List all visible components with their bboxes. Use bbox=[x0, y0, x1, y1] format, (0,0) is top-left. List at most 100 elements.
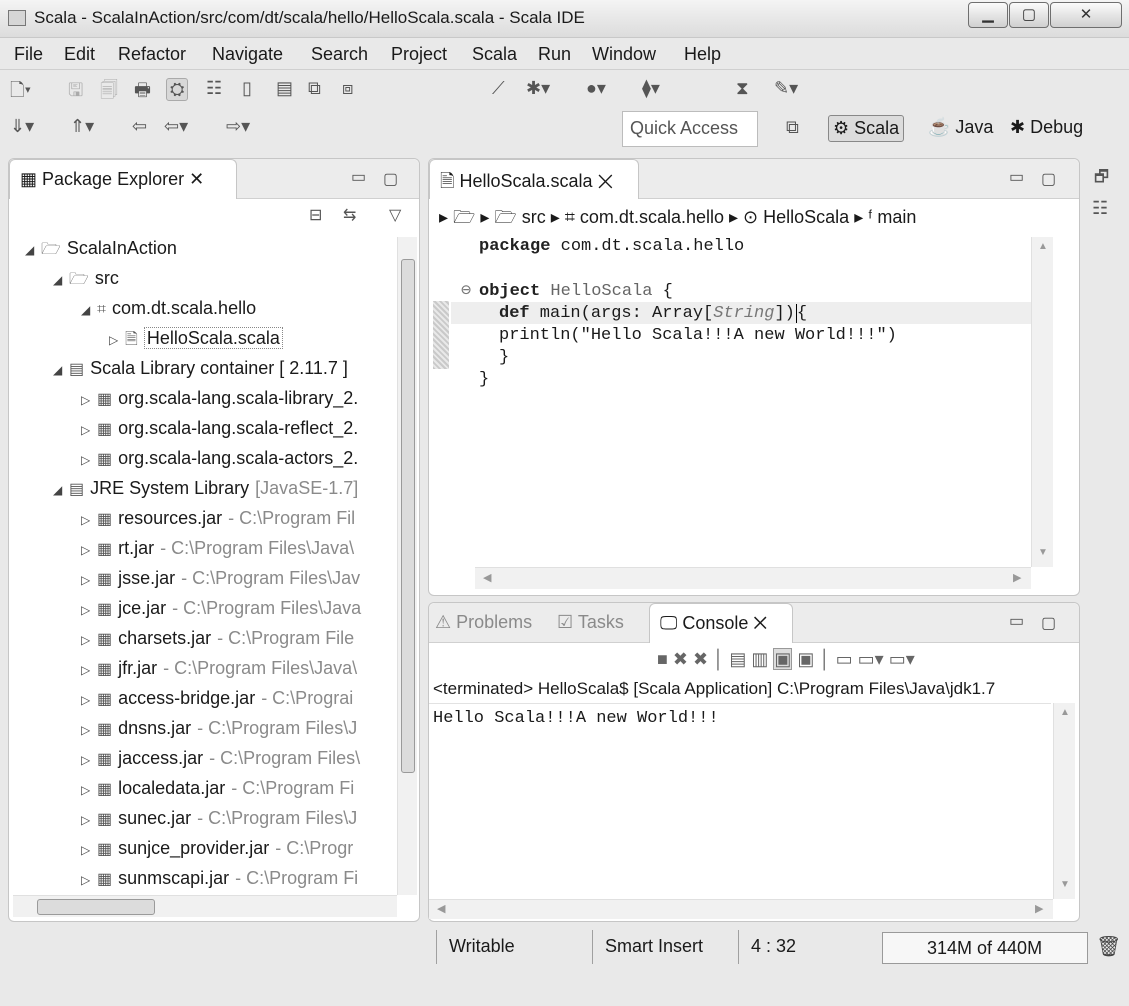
scroll-up-icon[interactable]: ▲ bbox=[1060, 707, 1070, 718]
collapsed-arrow-icon[interactable]: ▷ bbox=[81, 595, 97, 625]
external-tools-icon[interactable]: ⧫▾ bbox=[642, 78, 660, 99]
collapse-all-icon[interactable]: ⊟ bbox=[309, 205, 322, 225]
tree-item[interactable]: ▷ ▦ jaccess.jar - C:\Program Files\ bbox=[81, 743, 360, 773]
previous-annotation-icon[interactable]: ⇑▾ bbox=[70, 116, 94, 137]
open-type-icon[interactable]: ⧉ bbox=[308, 78, 321, 99]
tree-item[interactable]: ▷ ▦ sunjce_provider.jar - C:\Progr bbox=[81, 833, 353, 863]
collapsed-arrow-icon[interactable]: ▷ bbox=[81, 745, 97, 775]
quick-access-input[interactable]: Quick Access bbox=[622, 111, 758, 147]
tree-item[interactable]: ▷ ▦ org.scala-lang.scala-reflect_2. bbox=[81, 413, 358, 443]
expanded-arrow-icon[interactable]: ◢ bbox=[53, 265, 69, 295]
scroll-down-icon[interactable]: ▼ bbox=[1038, 547, 1048, 558]
block-selection-icon[interactable]: ☷ bbox=[206, 78, 222, 99]
menu-search[interactable]: Search bbox=[311, 44, 368, 65]
collapsed-arrow-icon[interactable]: ▷ bbox=[81, 655, 97, 685]
collapsed-arrow-icon[interactable]: ▷ bbox=[81, 835, 97, 865]
perspective-debug[interactable]: ✱ Debug bbox=[1006, 115, 1087, 140]
new-icon[interactable]: 🗋▾ bbox=[10, 78, 31, 108]
tab-problems[interactable]: ⚠ Problems bbox=[435, 612, 532, 633]
last-edit-icon[interactable]: ⇦ bbox=[132, 116, 147, 137]
minimize-view-icon[interactable]: ▭ bbox=[351, 167, 366, 187]
tree-item[interactable]: ◢ 🗁 ScalaInAction bbox=[25, 233, 177, 263]
open-perspective-icon[interactable]: ⧉ bbox=[786, 117, 799, 138]
editor-horizontal-scrollbar[interactable]: ◀ ▶ bbox=[475, 567, 1031, 589]
tree-item[interactable]: ▷ ▦ localedata.jar - C:\Program Fi bbox=[81, 773, 354, 803]
tree-item[interactable]: ▷ ▦ rt.jar - C:\Program Files\Java\ bbox=[81, 533, 354, 563]
maximize-console-icon[interactable]: ▢ bbox=[1041, 613, 1056, 633]
tree-item[interactable]: ▷ ▦ charsets.jar - C:\Program File bbox=[81, 623, 354, 653]
collapsed-arrow-icon[interactable]: ▷ bbox=[81, 775, 97, 805]
tree-vertical-scrollbar[interactable] bbox=[397, 237, 417, 895]
perspective-scala[interactable]: ⚙ Scala bbox=[828, 115, 905, 142]
tree-item[interactable]: ▷ ▦ dnsns.jar - C:\Program Files\J bbox=[81, 713, 357, 743]
close-button[interactable]: ✕ bbox=[1050, 2, 1122, 28]
skip-breakpoints-icon[interactable]: ⟋ bbox=[492, 78, 505, 99]
minimize-editor-icon[interactable]: ▭ bbox=[1009, 167, 1024, 187]
heap-status[interactable]: 314M of 440M bbox=[882, 932, 1088, 964]
collapsed-arrow-icon[interactable]: ▷ bbox=[81, 505, 97, 535]
new-console-icon[interactable]: ▭▾ bbox=[889, 649, 915, 669]
menu-scala[interactable]: Scala bbox=[472, 44, 517, 65]
fold-icon[interactable]: ⊖ bbox=[461, 281, 471, 303]
run-icon[interactable]: ●▾ bbox=[586, 78, 606, 99]
tree-item[interactable]: ▷ ▦ sunec.jar - C:\Program Files\J bbox=[81, 803, 357, 833]
back-icon[interactable]: ⇦▾ bbox=[164, 116, 188, 137]
outline-icon[interactable]: ☷ bbox=[1092, 198, 1108, 219]
collapsed-arrow-icon[interactable]: ▷ bbox=[81, 535, 97, 565]
collapsed-arrow-icon[interactable]: ▷ bbox=[81, 445, 97, 475]
expanded-arrow-icon[interactable]: ◢ bbox=[81, 295, 97, 325]
tree-item[interactable]: ▷ ▦ access-bridge.jar - C:\Prograi bbox=[81, 683, 353, 713]
maximize-editor-icon[interactable]: ▢ bbox=[1041, 169, 1056, 189]
pin-console-icon[interactable]: ▣ bbox=[773, 648, 793, 670]
tab-helloscala[interactable]: 🗎 HelloScala.scala ✕ bbox=[429, 159, 639, 199]
tree-item[interactable]: ▷ ▦ org.scala-lang.scala-actors_2. bbox=[81, 443, 358, 473]
view-menu-icon[interactable]: ▽ bbox=[389, 205, 401, 225]
collapsed-arrow-icon[interactable]: ▷ bbox=[81, 715, 97, 745]
menu-window[interactable]: Window bbox=[592, 44, 656, 65]
save-icon[interactable]: 🖫 bbox=[68, 78, 83, 108]
remove-launch-icon[interactable]: ✖ bbox=[673, 649, 693, 669]
minimize-button[interactable]: ▁ bbox=[968, 2, 1008, 28]
breadcrumb-object[interactable]: HelloScala bbox=[763, 207, 849, 227]
collapsed-arrow-icon[interactable]: ▷ bbox=[81, 685, 97, 715]
collapsed-arrow-icon[interactable]: ▷ bbox=[81, 625, 97, 655]
menu-help[interactable]: Help bbox=[684, 44, 721, 65]
scroll-left-icon[interactable]: ◀ bbox=[437, 902, 445, 915]
breadcrumb-method[interactable]: main bbox=[877, 207, 916, 227]
breadcrumb-package[interactable]: com.dt.scala.hello bbox=[580, 207, 724, 227]
editor-vertical-scrollbar[interactable]: ▲ ▼ bbox=[1031, 237, 1053, 567]
scroll-lock-icon[interactable]: ▤ bbox=[729, 649, 751, 669]
console-horizontal-scrollbar[interactable]: ◀ ▶ bbox=[429, 899, 1053, 919]
tree-item[interactable]: ▷ ▦ jfr.jar - C:\Program Files\Java\ bbox=[81, 653, 357, 683]
tree-item[interactable]: ▷ ▦ resources.jar - C:\Program Fil bbox=[81, 503, 355, 533]
maximize-view-icon[interactable]: ▢ bbox=[383, 169, 398, 189]
tree-item[interactable]: ▷ 🗎 HelloScala.scala bbox=[109, 323, 283, 353]
menu-project[interactable]: Project bbox=[391, 44, 447, 65]
tree-item[interactable]: ▷ ▦ jsse.jar - C:\Program Files\Jav bbox=[81, 563, 360, 593]
remove-all-terminated-icon[interactable]: ✖ bbox=[693, 649, 713, 669]
close-icon[interactable]: ✕ bbox=[184, 169, 204, 189]
tree-scroll-thumb[interactable] bbox=[401, 259, 415, 773]
menu-file[interactable]: File bbox=[14, 44, 43, 65]
scroll-left-icon[interactable]: ◀ bbox=[483, 571, 491, 584]
print-icon[interactable]: 🖶 bbox=[134, 78, 151, 108]
collapsed-arrow-icon[interactable]: ▷ bbox=[81, 385, 97, 415]
trash-icon[interactable]: 🗑 bbox=[1096, 934, 1121, 959]
tree-item[interactable]: ▷ ▦ sunmscapi.jar - C:\Program Fi bbox=[81, 863, 358, 893]
search-tool-icon[interactable]: ✎▾ bbox=[774, 78, 798, 99]
next-annotation-icon[interactable]: ⇓▾ bbox=[10, 116, 34, 137]
collapsed-arrow-icon[interactable]: ▷ bbox=[81, 805, 97, 835]
breadcrumb-src[interactable]: src bbox=[522, 207, 546, 227]
expanded-arrow-icon[interactable]: ◢ bbox=[53, 475, 69, 505]
menu-refactor[interactable]: Refactor bbox=[118, 44, 186, 65]
tab-package-explorer[interactable]: ▦ Package Explorer ✕ bbox=[9, 159, 237, 199]
maximize-button[interactable]: ▢ bbox=[1009, 2, 1049, 28]
collapsed-arrow-icon[interactable]: ▷ bbox=[81, 565, 97, 595]
new-project-icon[interactable]: ⧗ bbox=[736, 78, 749, 99]
tree-item[interactable]: ◢ ▤ Scala Library container [ 2.11.7 ] bbox=[53, 353, 348, 383]
display-console-icon[interactable]: ▭▾ bbox=[858, 649, 889, 669]
expanded-arrow-icon[interactable]: ◢ bbox=[53, 355, 69, 385]
tree-item[interactable]: ▷ ▦ org.scala-lang.scala-library_2. bbox=[81, 383, 358, 413]
console-output-area[interactable]: Hello Scala!!!A new World!!! bbox=[429, 703, 1051, 899]
tab-console[interactable]: 🖵 Console ✕ bbox=[649, 603, 793, 643]
